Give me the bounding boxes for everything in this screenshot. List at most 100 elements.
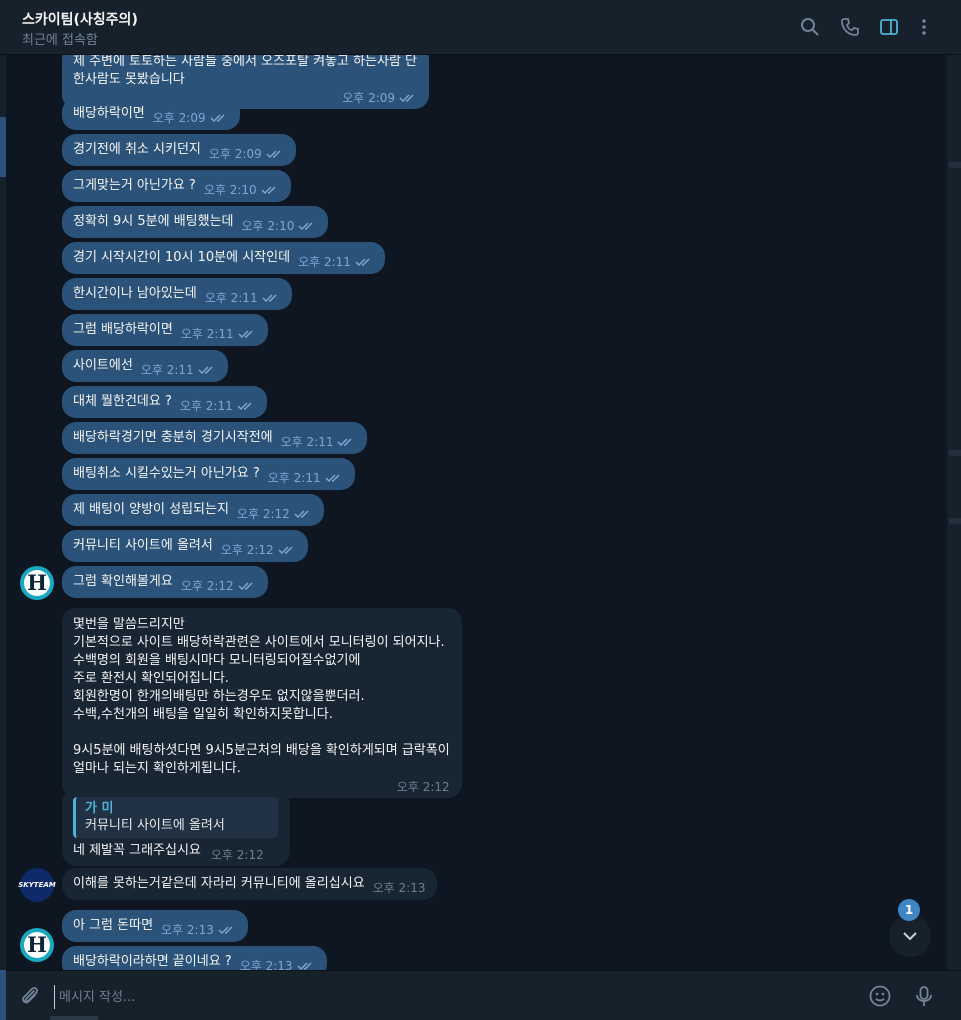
message-list[interactable]: 제 주변에 토토하는 사람들 중에서 오즈포탈 켜놓고 하는사람 단 한사람도 … [6, 55, 947, 970]
message-time: 오후 2:11 [181, 327, 256, 341]
read-ticks-icon [261, 186, 276, 195]
left-panel-highlight [0, 970, 6, 1020]
message-text: 경기전에 취소 시키던지 [73, 142, 201, 157]
message-input-bar [0, 970, 961, 1020]
read-ticks-icon [238, 582, 253, 591]
reply-preview[interactable]: 가 미 커뮤니티 사이트에 올려서 [73, 797, 278, 838]
more-options-icon[interactable] [914, 17, 934, 37]
right-panel-mark [949, 518, 961, 524]
read-ticks-icon [337, 438, 352, 447]
message-time: 오후 2:12 [396, 780, 450, 794]
reply-author: 가 미 [85, 801, 114, 816]
message-time: 오후 2:10 [242, 219, 317, 233]
message-bubble[interactable]: 사이트에선 오후 2:11 [62, 350, 228, 382]
message-time: 오후 2:09 [153, 111, 228, 125]
message-text: 제 주변에 토토하는 사람들 중에서 오즈포탈 켜놓고 하는사람 단 한사람도 … [73, 55, 418, 87]
reply-text: 커뮤니티 사이트에 올려서 [85, 818, 225, 833]
message-time: 오후 2:12 [237, 507, 312, 521]
phone-icon[interactable] [840, 17, 860, 37]
chat-status: 최근에 접속함 [22, 33, 98, 48]
message-bubble[interactable]: 그럼 확인해볼게요 오후 2:12 [62, 566, 268, 598]
emoji-icon[interactable] [868, 984, 892, 1008]
unread-badge: 1 [898, 899, 920, 921]
read-ticks-icon [298, 222, 313, 231]
read-ticks-icon [198, 366, 213, 375]
message-time: 오후 2:11 [268, 471, 343, 485]
read-ticks-icon [325, 474, 340, 483]
message-bubble[interactable]: 배당하락이라하면 끝이네요 ? 오후 2:13 [62, 946, 327, 970]
right-panel-mark [949, 450, 961, 456]
message-text: 제 배팅이 양방이 성립되는지 [73, 502, 229, 517]
read-ticks-icon [237, 402, 252, 411]
message-time: 오후 2:11 [298, 255, 373, 269]
message-time: 오후 2:13 [372, 881, 426, 895]
message-bubble[interactable]: 그게맞는거 아닌가요 ? 오후 2:10 [62, 170, 291, 202]
message-text: 네 제발꼭 그래주십시요 [73, 843, 201, 858]
right-panel-edge [947, 55, 961, 970]
message-bubble[interactable]: 정확히 9시 5분에 배팅했는데 오후 2:10 [62, 206, 329, 238]
message-time: 오후 2:10 [204, 183, 279, 197]
message-time: 오후 2:11 [281, 435, 356, 449]
read-ticks-icon [294, 510, 309, 519]
read-ticks-icon [278, 546, 293, 555]
read-ticks-icon [238, 330, 253, 339]
message-time: 오후 2:11 [141, 363, 216, 377]
chevron-down-icon [903, 932, 917, 941]
chat-title[interactable]: 스카이팀(사칭주의) [22, 9, 138, 29]
read-ticks-icon [355, 258, 370, 267]
message-text: 사이트에선 [73, 358, 133, 373]
message-text: 정확히 9시 5분에 배팅했는데 [73, 214, 234, 229]
message-text: 그게맞는거 아닌가요 ? [73, 178, 196, 193]
horizontal-scrollbar[interactable] [50, 1016, 98, 1020]
read-ticks-icon [399, 94, 414, 103]
sidebar-toggle-icon[interactable] [879, 17, 899, 37]
message-time: 오후 2:12 [221, 543, 296, 557]
message-time: 오후 2:12 [210, 848, 264, 862]
message-text: 몇번을 말씀드리지만 기본적으로 사이트 배당하락관련은 사이트에서 모니터링이… [73, 617, 450, 776]
avatar[interactable]: H [20, 566, 54, 600]
message-body: 네 제발꼭 그래주십시요 오후 2:12 [73, 842, 278, 862]
avatar[interactable]: SKYTEAM [18, 868, 56, 902]
message-text: 아 그럼 돈따면 [73, 918, 154, 933]
message-text: 이해를 못하는거같은데 자라리 커뮤니티에 올리십시요 [73, 876, 365, 891]
read-ticks-icon [210, 114, 225, 123]
message-input[interactable] [54, 985, 841, 1009]
message-bubble[interactable]: 경기 시작시간이 10시 10분에 시작인데 오후 2:11 [62, 242, 385, 274]
message-text: 배당하락이라하면 끝이네요 ? [73, 954, 232, 969]
message-time: 오후 2:11 [205, 291, 280, 305]
message-time: 오후 2:11 [180, 399, 255, 413]
message-text: 그럼 배당하락이면 [73, 322, 173, 337]
message-text: 커뮤니티 사이트에 올려서 [73, 538, 213, 553]
message-bubble[interactable]: 이해를 못하는거같은데 자라리 커뮤니티에 올리십시요 오후 2:13 [62, 868, 438, 900]
message-bubble[interactable]: 배팅취소 시킬수있는거 아닌가요 ? 오후 2:11 [62, 458, 355, 490]
message-bubble[interactable]: 아 그럼 돈따면 오후 2:13 [62, 910, 248, 942]
message-text: 경기 시작시간이 10시 10분에 시작인데 [73, 250, 291, 265]
read-ticks-icon [218, 926, 233, 935]
message-bubble[interactable]: 한시간이나 남아있는데 오후 2:11 [62, 278, 292, 310]
message-text: 한시간이나 남아있는데 [73, 286, 197, 301]
message-text: 배팅취소 시킬수있는거 아닌가요 ? [73, 466, 260, 481]
read-ticks-icon [262, 294, 277, 303]
message-bubble[interactable]: 배당하락이면 오후 2:09 [62, 98, 240, 130]
message-text: 배당하락경기면 충분히 경기시작전에 [73, 430, 273, 445]
message-time: 오후 2:09 [342, 91, 417, 105]
message-text: 대체 뭘한건데요 ? [73, 394, 172, 409]
message-bubble[interactable]: 가 미 커뮤니티 사이트에 올려서 네 제발꼭 그래주십시요 오후 2:12 [62, 789, 290, 866]
read-ticks-icon [297, 962, 312, 970]
message-text: 배당하락이면 [73, 106, 145, 121]
avatar[interactable]: H [20, 928, 54, 962]
attach-icon[interactable] [18, 984, 42, 1008]
message-bubble[interactable]: 커뮤니티 사이트에 올려서 오후 2:12 [62, 530, 308, 562]
message-bubble[interactable]: 그럼 배당하락이면 오후 2:11 [62, 314, 268, 346]
message-bubble[interactable]: 경기전에 취소 시키던지 오후 2:09 [62, 134, 296, 166]
message-bubble[interactable]: 배당하락경기면 충분히 경기시작전에 오후 2:11 [62, 422, 368, 454]
message-time: 오후 2:09 [209, 147, 284, 161]
scroll-to-bottom-button[interactable] [889, 915, 931, 957]
chat-header: 스카이팀(사칭주의) 최근에 접속함 [0, 0, 961, 55]
microphone-icon[interactable] [912, 984, 936, 1008]
message-bubble[interactable]: 몇번을 말씀드리지만 기본적으로 사이트 배당하락관련은 사이트에서 모니터링이… [62, 608, 462, 798]
message-bubble[interactable]: 대체 뭘한건데요 ? 오후 2:11 [62, 386, 267, 418]
message-bubble[interactable]: 제 배팅이 양방이 성립되는지 오후 2:12 [62, 494, 324, 526]
search-icon[interactable] [800, 17, 820, 37]
read-ticks-icon [266, 150, 281, 159]
